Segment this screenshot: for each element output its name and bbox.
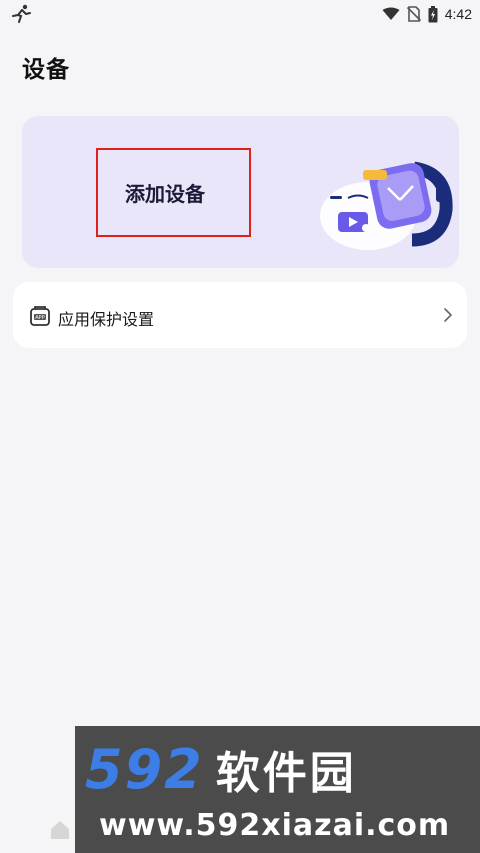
smartwatch-illustration	[320, 161, 453, 250]
chevron-right-icon	[444, 308, 453, 322]
watermark-number: 592	[85, 737, 204, 801]
watermark-brand: 592 软件园	[85, 736, 357, 802]
watermark: 592 软件园 www.592xiazai.com	[75, 726, 480, 853]
activity-icon	[12, 4, 31, 23]
add-device-label: 添加设备	[125, 182, 205, 206]
watermark-url: www.592xiazai.com	[99, 808, 451, 843]
svg-text:APP: APP	[35, 315, 44, 321]
watermark-name: 软件园	[215, 748, 357, 799]
home-icon[interactable]	[50, 820, 70, 840]
battery-charging-icon	[428, 5, 438, 22]
app-protect-settings-row[interactable]: APP 应用保护设置	[13, 282, 467, 348]
page-title: 设备	[22, 57, 70, 83]
add-device-card[interactable]: 添加设备	[22, 116, 459, 268]
status-bar: 4:42	[0, 0, 480, 28]
clock: 4:42	[444, 6, 472, 22]
app-protect-label: 应用保护设置	[58, 310, 155, 329]
no-sim-icon	[406, 6, 421, 22]
wifi-icon	[382, 7, 400, 20]
app-icon: APP	[30, 306, 50, 326]
